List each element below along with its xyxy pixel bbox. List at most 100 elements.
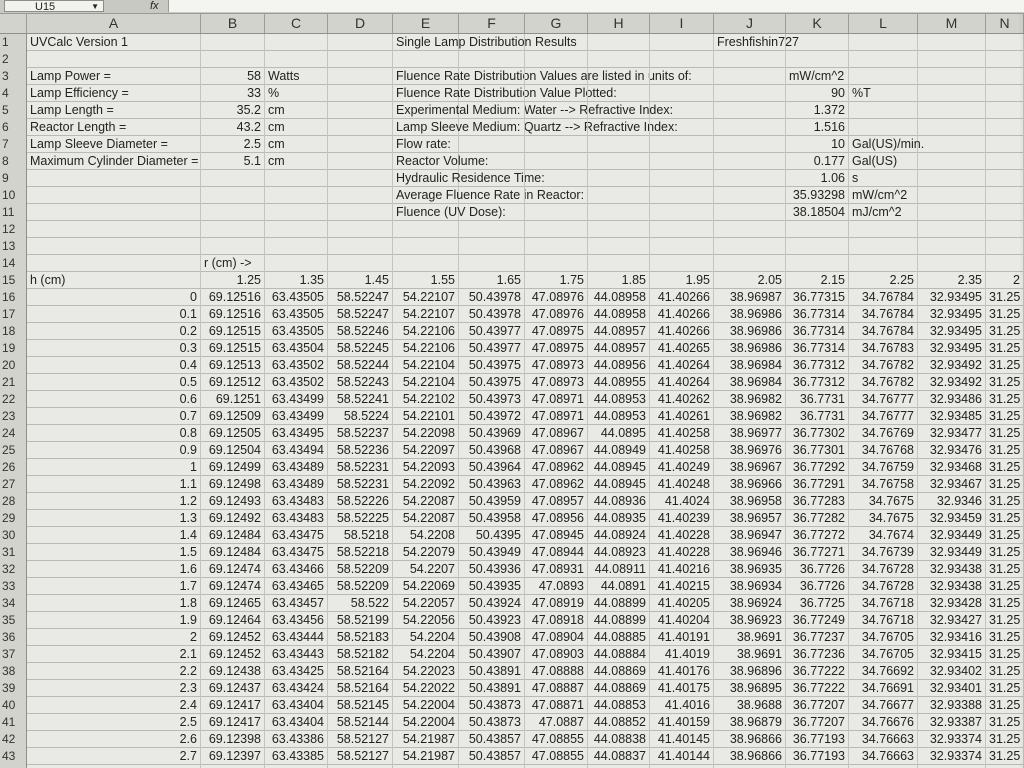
cell-a12[interactable] xyxy=(27,221,201,238)
row-header[interactable]: 25 xyxy=(0,442,27,459)
cell-k25[interactable]: 36.77301 xyxy=(786,442,849,459)
cell-g12[interactable] xyxy=(525,221,588,238)
cell-d40[interactable]: 58.52145 xyxy=(328,697,393,714)
cell-i21[interactable]: 41.40264 xyxy=(650,374,714,391)
cell-b35[interactable]: 69.12464 xyxy=(201,612,265,629)
row-header[interactable]: 7 xyxy=(0,136,27,153)
row-header[interactable]: 31 xyxy=(0,544,27,561)
row-header[interactable]: 29 xyxy=(0,510,27,527)
cell-b37[interactable]: 69.12452 xyxy=(201,646,265,663)
cell-d1[interactable] xyxy=(328,34,393,51)
cell-i1[interactable] xyxy=(650,34,714,51)
cell-g3[interactable] xyxy=(525,68,588,85)
cell-f9[interactable] xyxy=(459,170,525,187)
cell-d26[interactable]: 58.52231 xyxy=(328,459,393,476)
cell-i22[interactable]: 41.40262 xyxy=(650,391,714,408)
cell-l41[interactable]: 34.76676 xyxy=(849,714,918,731)
cell-h18[interactable]: 44.08957 xyxy=(588,323,650,340)
cell-f21[interactable]: 50.43975 xyxy=(459,374,525,391)
cell-i16[interactable]: 41.40266 xyxy=(650,289,714,306)
cell-h7[interactable] xyxy=(588,136,650,153)
cell-b6[interactable]: 43.2 xyxy=(201,119,265,136)
cell-c42[interactable]: 63.43386 xyxy=(265,731,328,748)
cell-l4[interactable]: %T xyxy=(849,85,918,102)
cell-a8[interactable]: Maximum Cylinder Diameter = xyxy=(27,153,201,170)
cell-c32[interactable]: 63.43466 xyxy=(265,561,328,578)
cell-c4[interactable]: % xyxy=(265,85,328,102)
chevron-down-icon[interactable]: ▼ xyxy=(91,1,99,13)
cell-k27[interactable]: 36.77291 xyxy=(786,476,849,493)
cell-b21[interactable]: 69.12512 xyxy=(201,374,265,391)
cell-c6[interactable]: cm xyxy=(265,119,328,136)
cell-a7[interactable]: Lamp Sleeve Diameter = xyxy=(27,136,201,153)
cell-d7[interactable] xyxy=(328,136,393,153)
cell-d16[interactable]: 58.52247 xyxy=(328,289,393,306)
cell-f3[interactable] xyxy=(459,68,525,85)
cell-a1[interactable]: UVCalc Version 1 xyxy=(27,34,201,51)
cell-a11[interactable] xyxy=(27,204,201,221)
cell-h24[interactable]: 44.0895 xyxy=(588,425,650,442)
cell-h9[interactable] xyxy=(588,170,650,187)
cell-e11[interactable]: Fluence (UV Dose): xyxy=(393,204,506,221)
cell-d35[interactable]: 58.52199 xyxy=(328,612,393,629)
cell-b29[interactable]: 69.12492 xyxy=(201,510,265,527)
cell-k20[interactable]: 36.77312 xyxy=(786,357,849,374)
cell-e18[interactable]: 54.22106 xyxy=(393,323,459,340)
cell-k13[interactable] xyxy=(786,238,849,255)
cell-b22[interactable]: 69.1251 xyxy=(201,391,265,408)
row-header[interactable]: 2 xyxy=(0,51,27,68)
cell-i9[interactable] xyxy=(650,170,714,187)
cell-g16[interactable]: 47.08976 xyxy=(525,289,588,306)
cell-g18[interactable]: 47.08975 xyxy=(525,323,588,340)
column-header-d[interactable]: D xyxy=(328,14,393,33)
row-header[interactable]: 23 xyxy=(0,408,27,425)
cell-l31[interactable]: 34.76739 xyxy=(849,544,918,561)
cell-k5[interactable]: 1.372 xyxy=(786,102,849,119)
cell-b43[interactable]: 69.12397 xyxy=(201,748,265,765)
cell-a17[interactable]: 0.1 xyxy=(27,306,201,323)
row-header[interactable]: 39 xyxy=(0,680,27,697)
cell-f1[interactable] xyxy=(459,34,525,51)
cell-f13[interactable] xyxy=(459,238,525,255)
cell-d38[interactable]: 58.52164 xyxy=(328,663,393,680)
cell-j22[interactable]: 38.96982 xyxy=(714,391,786,408)
cell-k23[interactable]: 36.7731 xyxy=(786,408,849,425)
cell-i15[interactable]: 1.95 xyxy=(650,272,714,289)
cell-c19[interactable]: 63.43504 xyxy=(265,340,328,357)
column-header-i[interactable]: I xyxy=(650,14,714,33)
cell-h11[interactable] xyxy=(588,204,650,221)
cell-d20[interactable]: 58.52244 xyxy=(328,357,393,374)
cell-f2[interactable] xyxy=(459,51,525,68)
cell-i13[interactable] xyxy=(650,238,714,255)
cell-d2[interactable] xyxy=(328,51,393,68)
cell-b34[interactable]: 69.12465 xyxy=(201,595,265,612)
cell-i4[interactable] xyxy=(650,85,714,102)
cell-h30[interactable]: 44.08924 xyxy=(588,527,650,544)
cell-j16[interactable]: 38.96987 xyxy=(714,289,786,306)
cell-a39[interactable]: 2.3 xyxy=(27,680,201,697)
cell-j35[interactable]: 38.96923 xyxy=(714,612,786,629)
cell-a37[interactable]: 2.1 xyxy=(27,646,201,663)
cell-h10[interactable] xyxy=(588,187,650,204)
cell-m34[interactable]: 32.93428 xyxy=(918,595,986,612)
cell-i41[interactable]: 41.40159 xyxy=(650,714,714,731)
cell-l5[interactable] xyxy=(849,102,918,119)
cell-j18[interactable]: 38.96986 xyxy=(714,323,786,340)
cell-i27[interactable]: 41.40248 xyxy=(650,476,714,493)
cell-h40[interactable]: 44.08853 xyxy=(588,697,650,714)
cell-d22[interactable]: 58.52241 xyxy=(328,391,393,408)
cell-f37[interactable]: 50.43907 xyxy=(459,646,525,663)
cell-l26[interactable]: 34.76759 xyxy=(849,459,918,476)
row-header[interactable]: 19 xyxy=(0,340,27,357)
cell-b10[interactable] xyxy=(201,187,265,204)
cell-h16[interactable]: 44.08958 xyxy=(588,289,650,306)
cell-d39[interactable]: 58.52164 xyxy=(328,680,393,697)
cell-f28[interactable]: 50.43959 xyxy=(459,493,525,510)
cell-d14[interactable] xyxy=(328,255,393,272)
cell-d42[interactable]: 58.52127 xyxy=(328,731,393,748)
cell-g22[interactable]: 47.08971 xyxy=(525,391,588,408)
cell-l2[interactable] xyxy=(849,51,918,68)
function-icon[interactable]: fx xyxy=(150,0,159,12)
cell-k9[interactable]: 1.06 xyxy=(786,170,849,187)
cell-d21[interactable]: 58.52243 xyxy=(328,374,393,391)
